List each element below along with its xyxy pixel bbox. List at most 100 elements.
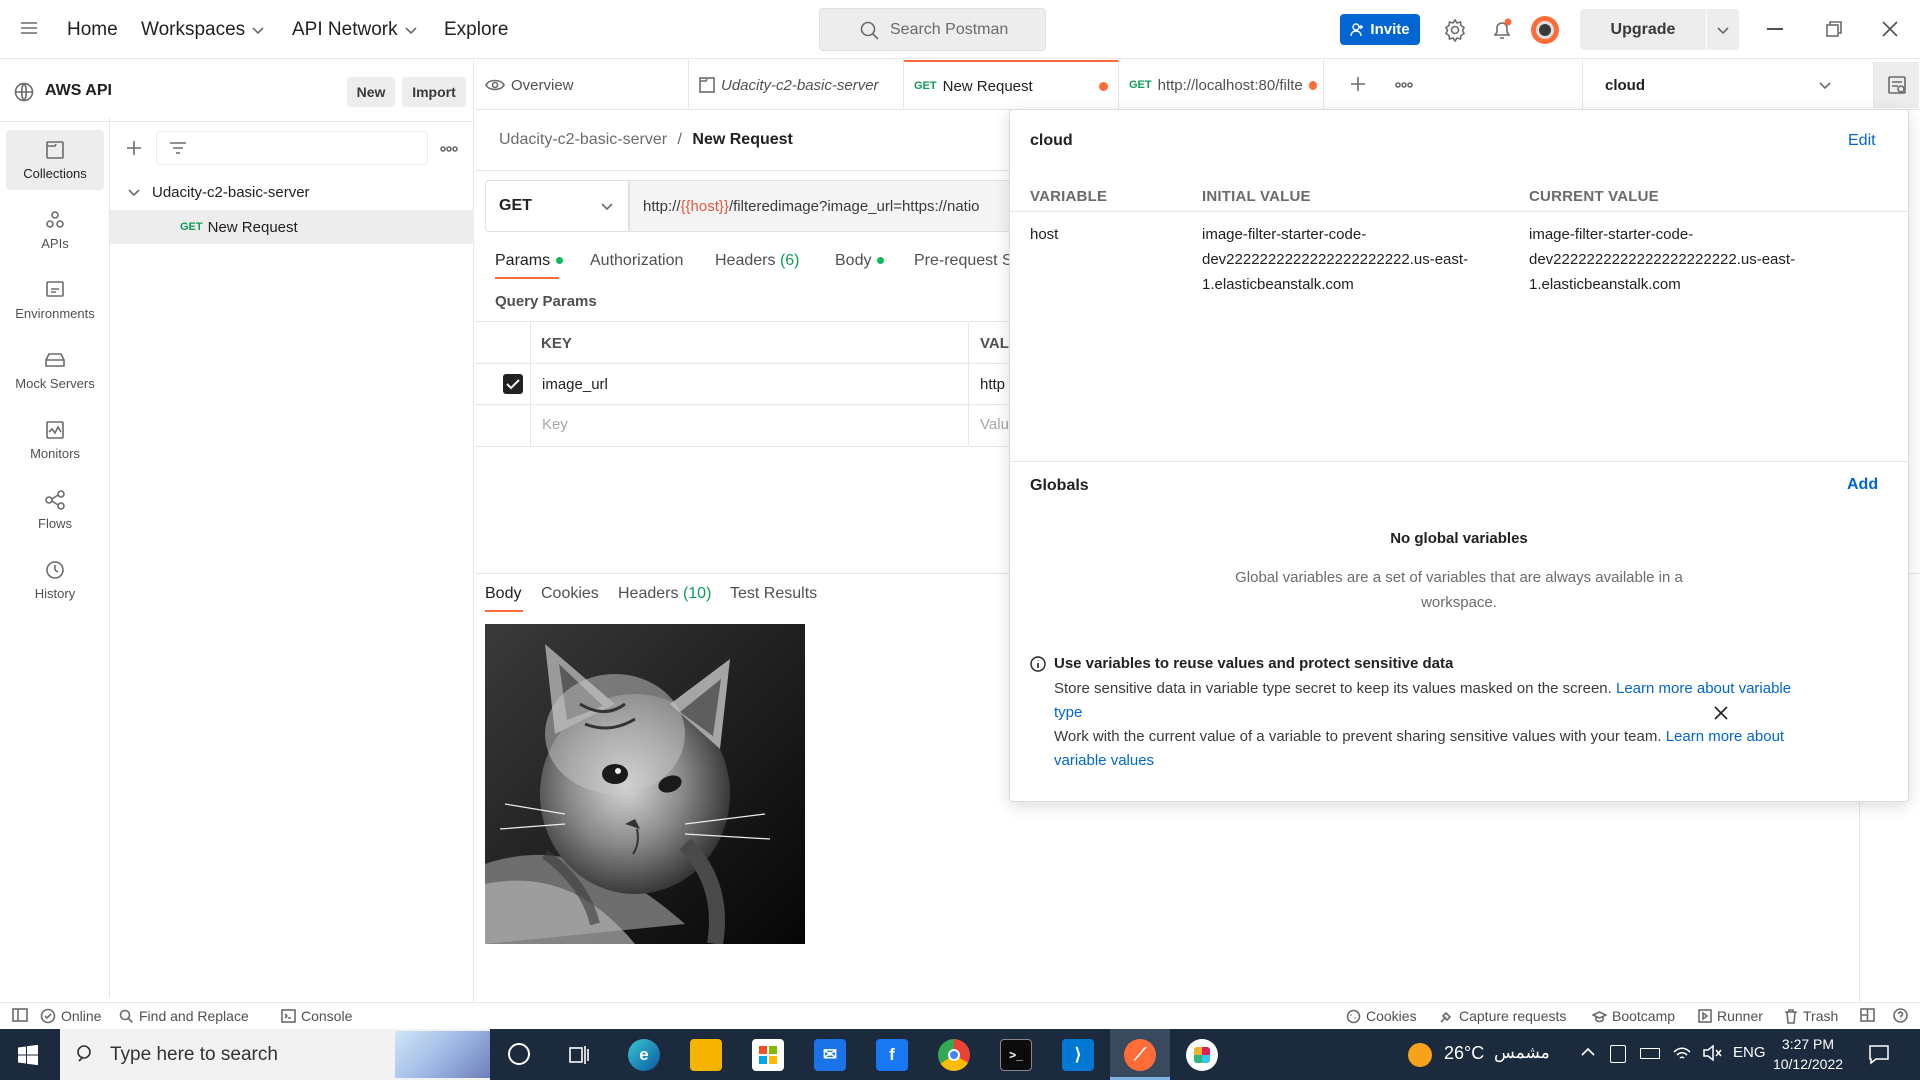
rail-item-environments[interactable]: Environments [6,270,104,330]
postman-taskbar-active[interactable]: ⟋ [1110,1029,1170,1080]
tab-localhost-request[interactable]: GET http://localhost:80/filte [1119,60,1324,110]
collection-item[interactable]: Udacity-c2-basic-server [110,176,474,208]
restore-icon[interactable] [1826,21,1842,37]
meet-icon[interactable] [1610,1045,1626,1063]
response-tab-headers[interactable]: Headers (10) [618,585,711,603]
environment-selector[interactable]: cloud [1582,60,1848,110]
method-select[interactable]: GET [485,180,629,232]
volume-muted-icon[interactable] [1702,1044,1722,1062]
learn-more-variable-values-link[interactable]: variable values [1054,752,1154,769]
battery-icon[interactable] [1640,1048,1660,1059]
file-explorer-icon[interactable] [690,1039,722,1071]
tab-authorization[interactable]: Authorization [590,252,683,270]
wifi-icon[interactable] [1672,1044,1692,1062]
nav-api-network-label: API Network [292,19,398,40]
new-tab-icon[interactable] [1350,76,1366,92]
nav-home[interactable]: Home [67,19,118,41]
weather-label[interactable]: مشمس [1494,1043,1550,1063]
windows-start-icon[interactable] [18,1045,38,1065]
import-button[interactable]: Import [402,77,466,107]
clock[interactable]: 3:27 PM 10/12/2022 [1772,1034,1844,1074]
tab-body[interactable]: Body [835,252,885,270]
bootcamp-button[interactable]: Bootcamp [1592,1008,1675,1024]
rail-item-collections[interactable]: Collections [6,130,104,190]
tab-overview[interactable]: Overview [475,60,689,110]
response-tab-body[interactable]: Body [485,585,521,603]
two-pane-icon[interactable] [1860,1008,1875,1022]
tab-collection[interactable]: Udacity-c2-basic-server [689,60,904,110]
tab-prerequest[interactable]: Pre-request S [914,252,1013,270]
url-input[interactable]: http://{{host}}/filteredimage?image_url=… [629,180,1010,232]
response-tab-test-results[interactable]: Test Results [730,585,817,603]
key-placeholder[interactable]: Key [542,416,568,433]
dismiss-tip-icon[interactable] [1714,706,1728,720]
task-view-icon[interactable] [568,1044,590,1066]
new-button[interactable]: New [347,77,395,107]
rail-item-apis[interactable]: APIs [6,200,104,260]
slack-icon[interactable] [1186,1039,1218,1071]
language-indicator[interactable]: ENG [1733,1044,1766,1061]
close-icon[interactable] [1882,21,1898,37]
cookies-button[interactable]: Cookies [1346,1008,1417,1024]
trash-button[interactable]: Trash [1784,1008,1838,1024]
taskbar-search-input[interactable]: Type here to search [60,1029,490,1080]
value-placeholder[interactable]: Valu [980,416,1009,433]
rail-item-monitors[interactable]: Monitors [6,410,104,470]
cortana-icon[interactable] [508,1043,530,1065]
capture-requests-button[interactable]: Capture requests [1439,1008,1566,1024]
weather-temp[interactable]: 26°C [1444,1043,1484,1064]
mail-icon[interactable]: ✉ [814,1039,846,1071]
runner-button[interactable]: Runner [1698,1008,1763,1024]
settings-icon[interactable] [1443,18,1467,42]
nav-explore[interactable]: Explore [444,19,508,41]
tab-headers[interactable]: Headers (6) [715,252,800,270]
notification-center-icon[interactable] [1868,1043,1890,1065]
more-options-icon[interactable] [440,146,458,152]
minimize-icon[interactable] [1767,28,1783,30]
vscode-icon[interactable]: ⟩ [1062,1039,1094,1071]
rail-item-flows[interactable]: Flows [6,480,104,540]
avatar[interactable] [1531,16,1559,44]
search-input[interactable]: Search Postman [819,8,1046,51]
environment-quick-look-button[interactable] [1873,62,1919,108]
breadcrumb-collection[interactable]: Udacity-c2-basic-server [499,131,667,148]
toggle-sidebar-icon[interactable] [12,1008,28,1022]
request-item[interactable]: GET New Request [110,210,474,244]
tab-options-icon[interactable] [1395,82,1413,88]
upgrade-button[interactable]: Upgrade [1580,9,1706,50]
notifications-icon[interactable] [1490,18,1514,42]
terminal-icon[interactable]: >_ [1000,1039,1032,1071]
tab-new-request[interactable]: GET New Request [904,60,1119,110]
chrome-icon[interactable] [938,1039,970,1071]
filter-input[interactable] [156,131,428,165]
rail-item-history[interactable]: History [6,550,104,610]
rail-item-mock-servers[interactable]: Mock Servers [6,340,104,400]
invite-button[interactable]: Invite [1340,14,1420,45]
nav-workspaces[interactable]: Workspaces [141,19,265,41]
tab-params[interactable]: Params [495,252,564,270]
show-hidden-icons[interactable] [1580,1047,1596,1057]
nav-api-network[interactable]: API Network [292,19,418,41]
tip-body: Store sensitive data in variable type se… [1054,677,1854,773]
weather-sun-icon[interactable] [1408,1043,1432,1067]
response-tab-cookies[interactable]: Cookies [541,585,599,603]
help-icon[interactable] [1893,1008,1908,1023]
console-button[interactable]: Console [281,1008,352,1024]
active-tab-indicator [485,610,523,612]
find-replace-button[interactable]: Find and Replace [119,1008,249,1024]
upgrade-dropdown-button[interactable] [1707,9,1739,50]
facebook-icon[interactable]: f [876,1039,908,1071]
param-key[interactable]: image_url [542,376,608,393]
learn-more-variable-type-link[interactable]: Learn more about variable [1616,680,1791,697]
add-global-link[interactable]: Add [1847,476,1878,494]
add-icon[interactable] [126,140,142,156]
edit-link[interactable]: Edit [1848,132,1876,150]
edge-icon[interactable]: e [628,1039,660,1071]
learn-more-variable-type-link[interactable]: type [1054,704,1082,721]
menu-icon[interactable] [20,20,38,36]
learn-more-variable-values-link[interactable]: Learn more about [1666,728,1784,745]
store-icon[interactable] [752,1039,784,1071]
param-checkbox[interactable] [503,374,523,394]
param-value[interactable]: http [980,376,1005,393]
online-status[interactable]: Online [40,1008,101,1024]
